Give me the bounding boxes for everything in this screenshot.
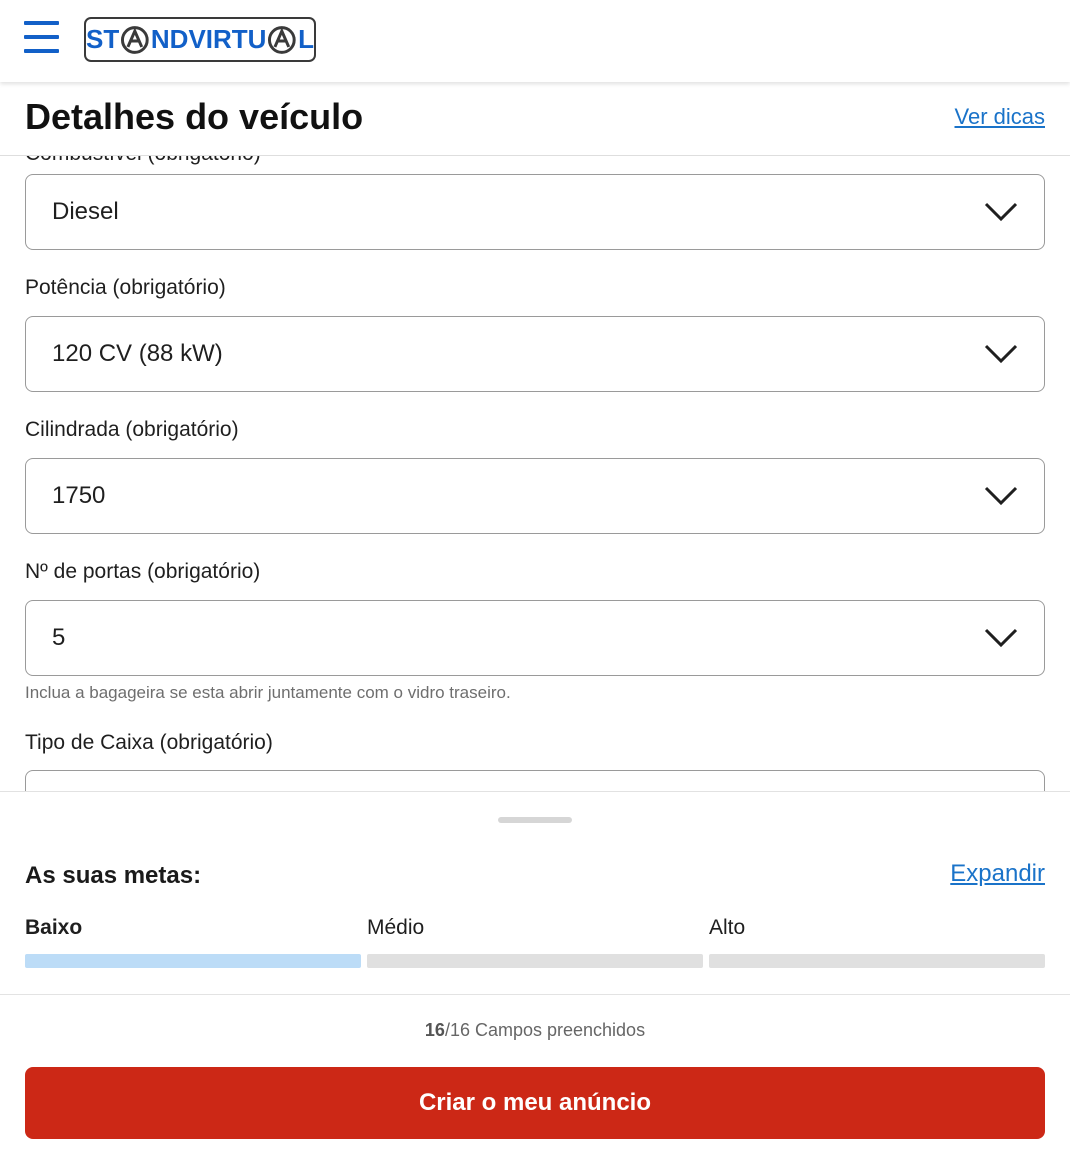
standvirtual-logo[interactable]: ST NDVIRTU L (84, 17, 316, 62)
displacement-label: Cilindrada (obrigatório) (25, 418, 239, 441)
power-value: 120 CV (88 kW) (52, 340, 223, 367)
chevron-down-icon (984, 202, 1018, 222)
page-header: Detalhes do veículo Ver dicas (0, 82, 1070, 156)
level-high-bar (709, 954, 1045, 968)
see-tips-link[interactable]: Ver dicas (955, 104, 1046, 130)
chevron-down-icon (984, 486, 1018, 506)
logo-text-left: ST (86, 24, 120, 54)
level-low-label: Baixo (25, 916, 83, 939)
menu-icon[interactable] (24, 21, 60, 55)
logo-a-icon (121, 25, 149, 54)
sheet-drag-handle[interactable] (498, 817, 572, 823)
fields-total-text: /16 Campos preenchidos (444, 1020, 646, 1040)
goals-title: As suas metas: (25, 862, 202, 889)
fuel-select[interactable]: Diesel (25, 174, 1045, 250)
logo-text-mid: NDVIRTU (150, 24, 267, 54)
top-bar: ST NDVIRTU L (0, 0, 1070, 82)
chevron-down-icon (984, 628, 1018, 648)
page-title: Detalhes do veículo (25, 96, 364, 137)
level-high-label: Alto (709, 916, 746, 939)
doors-value: 5 (52, 624, 66, 651)
chevron-down-icon (984, 344, 1018, 364)
level-medium-label: Médio (367, 916, 425, 939)
power-select[interactable]: 120 CV (88 kW) (25, 316, 1045, 392)
vehicle-details-form[interactable]: Combustível (obrigatório) Diesel Potênci… (0, 156, 1070, 791)
gearbox-select[interactable] (25, 770, 1045, 791)
level-medium-bar (367, 954, 703, 968)
level-low-bar (25, 954, 361, 968)
displacement-value: 1750 (52, 482, 106, 509)
displacement-select[interactable]: 1750 (25, 458, 1045, 534)
doors-hint: Inclua a bagageira se esta abrir juntame… (25, 683, 511, 702)
filled-number: 16 (424, 1020, 445, 1040)
fuel-label: Combustível (obrigatório) (25, 156, 261, 166)
logo-text-right: L (298, 24, 314, 54)
divider (0, 994, 1070, 995)
expand-link[interactable]: Expandir (950, 860, 1045, 888)
power-label: Potência (obrigatório) (25, 276, 226, 299)
doors-select[interactable]: 5 (25, 600, 1045, 676)
gearbox-label: Tipo de Caixa (obrigatório) (25, 731, 273, 754)
goals-bottom-sheet: As suas metas: Expandir Baixo Médio Alto… (0, 791, 1070, 1163)
fuel-value: Diesel (52, 198, 119, 225)
create-listing-button[interactable]: Criar o meu anúncio (25, 1067, 1045, 1139)
fields-filled-count: 16/16 Campos preenchidos (0, 1020, 1070, 1041)
doors-label: Nº de portas (obrigatório) (25, 560, 261, 583)
logo-a-icon (268, 25, 297, 54)
